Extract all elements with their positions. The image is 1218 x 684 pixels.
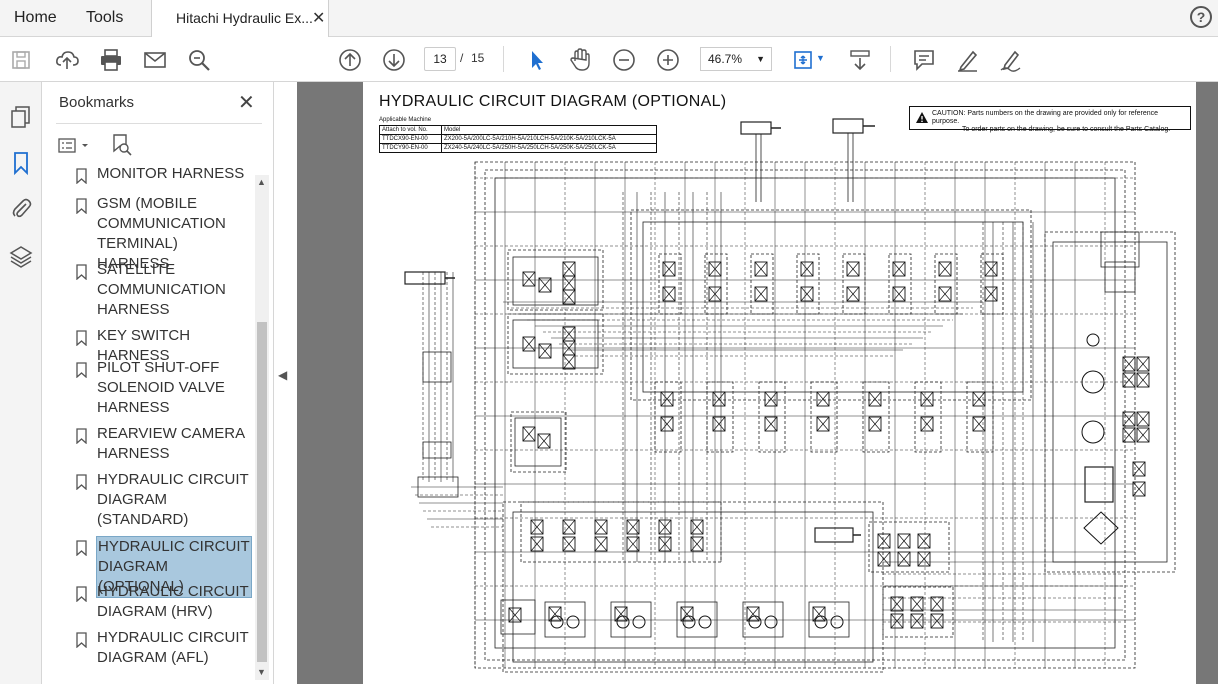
circuit-line (888, 253, 912, 315)
bookmark-label: SATELLITE COMMUNICATION HARNESS (97, 261, 226, 318)
document-viewer[interactable]: HYDRAULIC CIRCUIT DIAGRAM (OPTIONAL) CAU… (297, 82, 1218, 684)
bookmark-icon (76, 264, 87, 280)
circuit-line (642, 221, 1024, 393)
scroll-mode-icon[interactable] (847, 47, 873, 73)
toolbar-divider (503, 46, 504, 72)
bookmark-label: HYDRAULIC CIRCUIT DIAGRAM (AFL) (97, 629, 249, 666)
bookmarks-panel-title: Bookmarks (59, 94, 135, 111)
page-thumbnails-icon[interactable] (8, 104, 34, 130)
fit-page-icon[interactable] (790, 47, 816, 73)
bookmark-icon (76, 198, 87, 214)
circuit-line (842, 253, 866, 315)
circuit-line (1052, 241, 1168, 563)
zoom-in-icon[interactable] (655, 47, 681, 73)
circuit-line (630, 209, 1032, 401)
circuit-line (566, 615, 580, 629)
circuit-line (934, 253, 958, 315)
hydraulic-circuit-drawing (404, 118, 1176, 673)
tab-document[interactable]: Hitachi Hydraulic Ex... ✕ (151, 0, 329, 37)
circuit-line (832, 118, 864, 134)
circuit-line (796, 253, 820, 315)
tab-tools[interactable]: Tools (86, 9, 123, 27)
zoom-value: 46.7% (708, 52, 743, 66)
circuit-line (1081, 420, 1105, 444)
select-cursor-icon[interactable] (524, 47, 550, 73)
bookmark-icon (76, 362, 87, 378)
close-tab-icon[interactable]: ✕ (312, 8, 325, 28)
close-panel-icon[interactable]: ✕ (238, 90, 255, 115)
help-icon[interactable]: ? (1190, 6, 1212, 28)
pdf-page: HYDRAULIC CIRCUIT DIAGRAM (OPTIONAL) CAU… (363, 82, 1196, 684)
previous-page-icon[interactable] (337, 47, 363, 73)
chevron-down-icon: ▼ (756, 54, 765, 64)
collapse-panel-icon[interactable]: ◀ (278, 368, 287, 382)
bookmarks-panel: Bookmarks ✕ MONITOR HARNESS GSM (MOBILE C… (42, 82, 274, 684)
bookmark-label: HYDRAULIC CIRCUIT DIAGRAM (HRV) (97, 583, 249, 620)
highlight-pen-icon[interactable] (955, 47, 981, 73)
circuit-line (698, 615, 712, 629)
bookmark-icon (76, 474, 87, 490)
comment-icon[interactable] (911, 47, 937, 73)
layers-icon[interactable] (8, 244, 34, 270)
tab-home[interactable]: Home (14, 9, 57, 27)
bookmark-options-icon[interactable] (58, 136, 94, 156)
page-number-input[interactable]: 13 (424, 47, 456, 71)
bookmark-icon (76, 540, 87, 556)
circuit-line (512, 256, 599, 306)
circuit-line (980, 253, 1004, 315)
circuit-line (658, 253, 682, 315)
circuit-line (1104, 261, 1136, 293)
print-icon[interactable] (98, 47, 124, 73)
circuit-line (830, 615, 844, 629)
circuit-line (510, 411, 567, 473)
bookmark-icon (76, 330, 87, 346)
circuit-line (882, 586, 954, 638)
bookmark-icon (76, 632, 87, 648)
panel-divider (56, 123, 262, 124)
search-zoom-icon[interactable] (186, 47, 212, 73)
save-icon[interactable] (8, 47, 34, 73)
circuit-line (1086, 333, 1100, 347)
next-page-icon[interactable] (381, 47, 407, 73)
navigation-rail (0, 82, 42, 684)
circuit-line (1084, 466, 1114, 503)
bookmark-label: MONITOR HARNESS (97, 168, 245, 182)
circuit-line (404, 271, 446, 285)
bookmarks-panel-icon[interactable] (8, 150, 34, 176)
toolbar: 13 / 15 46.7% ▼ ▼ (0, 37, 1218, 82)
page-separator: / (460, 51, 464, 65)
fit-dropdown-icon[interactable]: ▼ (816, 53, 825, 63)
circuit-line (704, 253, 728, 315)
tab-document-title: Hitachi Hydraulic Ex... (176, 10, 313, 26)
upload-cloud-icon[interactable] (54, 47, 80, 73)
circuit-line (814, 527, 854, 543)
circuit-line (750, 253, 774, 315)
find-bookmark-icon[interactable] (110, 133, 132, 157)
circuit-line (507, 313, 604, 375)
zoom-out-icon[interactable] (611, 47, 637, 73)
circuit-line (632, 615, 646, 629)
tab-bar: Home Tools Hitachi Hydraulic Ex... ✕ ? (0, 0, 1218, 37)
circuit-line (1083, 511, 1119, 545)
bookmark-scrollbar[interactable]: ▲ ▼ (255, 175, 269, 680)
scroll-up-icon[interactable]: ▲ (257, 177, 266, 187)
circuit-line (500, 599, 536, 635)
scrollbar-thumb[interactable] (257, 322, 267, 662)
bookmark-label: HYDRAULIC CIRCUIT DIAGRAM (STANDARD) (97, 471, 249, 528)
bookmark-list: MONITOR HARNESS GSM (MOBILE COMMUNICATION… (56, 168, 256, 678)
hand-tool-icon[interactable] (567, 47, 593, 73)
attachments-icon[interactable] (8, 195, 34, 221)
circuit-line (740, 121, 772, 135)
bookmark-label: PILOT SHUT-OFF SOLENOID VALVE HARNESS (97, 359, 225, 416)
scroll-down-icon[interactable]: ▼ (257, 667, 266, 677)
bookmark-label: REARVIEW CAMERA HARNESS (97, 425, 246, 462)
toolbar-divider (890, 46, 891, 72)
bookmark-icon (76, 586, 87, 602)
sign-icon[interactable] (998, 47, 1024, 73)
bookmark-icon (76, 168, 87, 184)
zoom-select[interactable]: 46.7% ▼ (700, 47, 772, 71)
email-icon[interactable] (142, 47, 168, 73)
page-total: 15 (471, 51, 485, 65)
bookmark-icon (76, 428, 87, 444)
